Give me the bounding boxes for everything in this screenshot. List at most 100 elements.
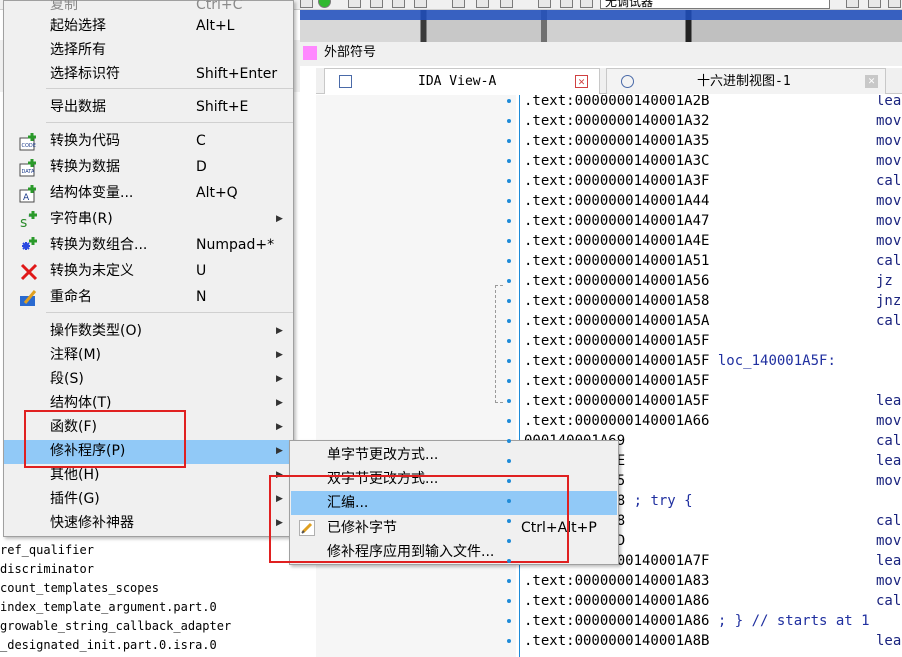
string-toolbar-icon[interactable] (414, 0, 427, 8)
struct-toolbar-icon[interactable] (392, 0, 405, 8)
stop-icon[interactable] (580, 0, 593, 8)
breakpoint-dot[interactable] (507, 119, 511, 123)
struct-var-icon: A (19, 185, 39, 203)
close-icon[interactable]: ✕ (865, 75, 878, 88)
breakpoint-dot[interactable] (507, 499, 511, 503)
code-line[interactable]: .text:0000000140001A86 ; } // starts at … (524, 611, 870, 631)
breakpoint-dot[interactable] (507, 239, 511, 243)
menu-item-4[interactable]: 导出数据 Shift+E (4, 96, 293, 120)
debugger-options-icon[interactable] (868, 0, 881, 8)
submenu-arrow-icon: ▶ (276, 326, 283, 336)
code-line[interactable]: .text:0000000140001A58 jnz (524, 291, 901, 311)
function-item[interactable]: discriminator (0, 560, 231, 579)
pause-icon[interactable] (560, 0, 573, 8)
code-line[interactable]: .text:0000000140001A5F loc_140001A5F: (524, 351, 836, 371)
breakpoint-dot[interactable] (507, 419, 511, 423)
code-mnemonic: lea (876, 553, 902, 569)
submenu-item-0[interactable]: 单字节更改方式... (291, 443, 617, 467)
menu-item-10[interactable]: 转换为未定义 U (4, 260, 293, 284)
code-line[interactable]: .text:0000000140001A5F (524, 371, 709, 391)
code-line[interactable]: .text:0000000140001A44 mov (524, 191, 901, 211)
green-status-icon[interactable] (318, 0, 331, 8)
menu-item-3[interactable]: 选择标识符 Shift+Enter (4, 63, 293, 87)
breakpoint-dot[interactable] (507, 159, 511, 163)
code-line[interactable]: .text:0000000140001A5F (524, 331, 709, 351)
string-icon: s " (19, 211, 39, 231)
menu-item-1[interactable]: 起始选择 Alt+L (4, 15, 293, 39)
menu-item-19[interactable]: 插件(G) ▶ (4, 488, 293, 512)
tab-ida-view-a[interactable]: IDA View-A ✕ (324, 68, 600, 94)
breakpoint-dot[interactable] (507, 199, 511, 203)
menu-item-8[interactable]: s " 字符串(R) ▶ (4, 208, 293, 232)
array-toolbar-icon[interactable] (452, 0, 465, 8)
function-item[interactable]: count_templates_scopes (0, 579, 231, 598)
menu-item-11[interactable]: 重命名 N (4, 286, 293, 310)
menu-separator (46, 88, 293, 89)
annotation-box-assemble (269, 475, 569, 563)
code-line[interactable]: .text:0000000140001A83 mov (524, 571, 901, 591)
breakpoint-dot[interactable] (507, 639, 511, 643)
breakpoint-dot[interactable] (507, 279, 511, 283)
code-line[interactable]: .text:0000000140001A5A cal (524, 311, 901, 331)
function-item[interactable]: index_template_argument.part.0 (0, 598, 231, 617)
code-line[interactable]: .text:0000000140001A56 jz (524, 271, 893, 291)
code-line[interactable]: .text:0000000140001A51 cal (524, 251, 901, 271)
code-line[interactable]: .text:0000000140001A32 mov (524, 111, 901, 131)
code-line[interactable]: .text:0000000140001A3C mov (524, 151, 901, 171)
code-line[interactable]: .text:0000000140001A3F cal (524, 171, 901, 191)
code-line[interactable]: .text:0000000140001A5F lea (524, 391, 901, 411)
code-line[interactable]: .text:0000000140001A86 cal (524, 591, 901, 611)
menu-item-12[interactable]: 操作数类型(O) ▶ (4, 320, 293, 344)
disassembly-view[interactable]: .text:0000000140001A2B lea .text:000000014… (519, 95, 902, 657)
breakpoint-dot[interactable] (507, 479, 511, 483)
menu-item-20[interactable]: 快速修补神器 ▶ (4, 512, 293, 536)
breakpoint-dot[interactable] (507, 439, 511, 443)
breakpoint-dot[interactable] (507, 359, 511, 363)
menu-item-6[interactable]: DATA 转换为数据 D (4, 156, 293, 180)
data-toolbar-icon[interactable] (370, 0, 383, 8)
debugger-icon[interactable] (846, 0, 859, 8)
breakpoint-dot[interactable] (507, 319, 511, 323)
breakpoint-dot[interactable] (507, 559, 511, 563)
breakpoint-dot[interactable] (507, 579, 511, 583)
breakpoint-dot[interactable] (507, 339, 511, 343)
breakpoint-dot[interactable] (507, 539, 511, 543)
debugger-run-icon[interactable] (888, 0, 901, 8)
breakpoint-dot[interactable] (507, 379, 511, 383)
tab-hex-view[interactable]: 十六进制视图-1 ✕ (606, 68, 886, 94)
menu-item-2[interactable]: 选择所有 (4, 39, 293, 63)
close-icon[interactable]: ✕ (575, 75, 588, 88)
breakpoint-dot[interactable] (507, 99, 511, 103)
breakpoint-dot[interactable] (507, 399, 511, 403)
breakpoint-dot[interactable] (507, 599, 511, 603)
function-item[interactable]: growable_string_callback_adapter (0, 617, 231, 636)
breakpoint-dot[interactable] (507, 459, 511, 463)
breakpoint-dot[interactable] (507, 219, 511, 223)
rename-toolbar-icon[interactable] (476, 0, 489, 8)
menu-item-5[interactable]: CODE 转换为代码 C (4, 130, 293, 154)
toolbar-button-icon[interactable] (300, 0, 313, 8)
code-toolbar-icon[interactable] (348, 0, 361, 8)
ida-view-icon (339, 75, 352, 88)
menu-item-9[interactable]: 转换为数组合... Numpad+* (4, 234, 293, 258)
code-line[interactable]: .text:0000000140001A4E mov (524, 231, 901, 251)
breakpoint-dot[interactable] (507, 519, 511, 523)
debugger-select[interactable]: 无调试器 (600, 0, 830, 9)
breakpoint-dot[interactable] (507, 299, 511, 303)
menu-item-13[interactable]: 注释(M) ▶ (4, 344, 293, 368)
function-item[interactable]: ref_qualifier (0, 541, 231, 560)
menu-item-14[interactable]: 段(S) ▶ (4, 368, 293, 392)
code-line[interactable]: .text:0000000140001A47 mov (524, 211, 901, 231)
play-icon[interactable] (538, 0, 551, 8)
code-line[interactable]: .text:0000000140001A35 mov (524, 131, 901, 151)
breakpoint-dot[interactable] (507, 179, 511, 183)
function-item[interactable]: _designated_init.part.0.isra.0 (0, 636, 231, 655)
breakpoint-dot[interactable] (507, 619, 511, 623)
code-line[interactable]: .text:0000000140001A66 mov (524, 411, 901, 431)
menu-item-7[interactable]: A 结构体变量... Alt+Q (4, 182, 293, 206)
undefine-toolbar-icon[interactable] (500, 0, 513, 8)
breakpoint-dot[interactable] (507, 259, 511, 263)
breakpoint-dot[interactable] (507, 139, 511, 143)
code-line[interactable]: .text:0000000140001A2B lea (524, 95, 901, 111)
code-line[interactable]: .text:0000000140001A8B lea (524, 631, 901, 651)
